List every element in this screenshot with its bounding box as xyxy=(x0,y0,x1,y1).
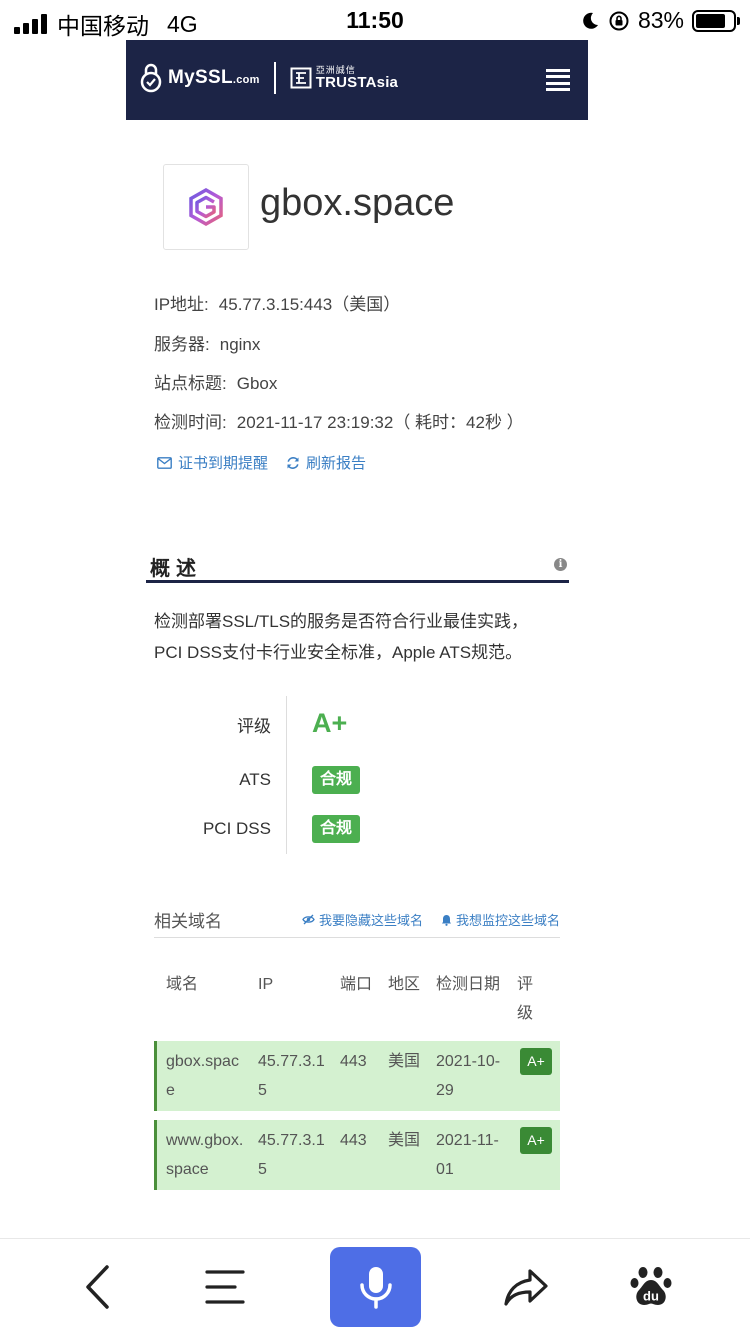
brand-name: MySSL.com xyxy=(168,67,260,88)
site-header: MySSL.com 亞洲誠信 TRUSTAsia xyxy=(126,40,588,120)
col-region: 地区 xyxy=(388,976,421,993)
logo[interactable]: MySSL.com 亞洲誠信 TRUSTAsia xyxy=(138,62,398,94)
check-time-row: 检测时间: 2021-11-17 23:19:32（ 耗时：42秒 ） xyxy=(154,408,524,433)
row-ip: 45.77.3.1 5 xyxy=(258,1053,325,1099)
menu-lines-icon xyxy=(205,1270,245,1304)
server-label: 服务器: xyxy=(154,335,210,354)
hamburger-menu-icon[interactable] xyxy=(546,69,570,91)
col-grade: 评级 xyxy=(517,976,534,1022)
ip-value: 45.77.3.15:443（美国） xyxy=(218,295,401,314)
monitor-domains-link[interactable]: 我想监控这些域名 xyxy=(441,910,560,929)
partner-name: 亞洲誠信 TRUSTAsia xyxy=(315,65,399,91)
site-title-label: 站点标题: xyxy=(154,374,227,393)
table-row[interactable]: www.gbox. space 45.77.3.1 5 443 美国 2021-11… xyxy=(154,1120,560,1190)
baidu-button[interactable]: du xyxy=(624,1239,678,1334)
rotation-lock-icon xyxy=(609,11,629,30)
row-domain[interactable]: gbox.spac e xyxy=(166,1047,239,1105)
pci-status-badge: 合规 xyxy=(312,815,361,843)
row-ip: 45.77.3.1 5 xyxy=(258,1132,325,1178)
share-icon xyxy=(504,1269,548,1306)
server-value: nginx xyxy=(219,335,261,354)
moon-icon xyxy=(583,12,598,29)
overall-grade: A+ xyxy=(312,708,348,738)
browser-toolbar: du xyxy=(0,1238,750,1334)
row-region: 美国 xyxy=(388,1132,421,1149)
share-button[interactable] xyxy=(498,1239,554,1334)
eye-slash-icon xyxy=(302,914,315,925)
menu-button[interactable] xyxy=(200,1239,250,1334)
row-grade-badge: A+ xyxy=(520,1127,552,1154)
refresh-report-link[interactable]: 刷新报告 xyxy=(286,452,366,473)
battery-icon xyxy=(692,9,740,32)
voice-search-button[interactable] xyxy=(330,1247,421,1327)
bell-icon xyxy=(441,914,451,926)
row-domain[interactable]: www.gbox. space xyxy=(166,1126,243,1184)
pci-dss-label: PCI DSS xyxy=(202,819,271,838)
related-domains-header: 相关域名 我要隐藏这些域名 我想监控这些域名 xyxy=(154,905,560,938)
svg-text:du: du xyxy=(643,1289,659,1304)
ip-row: IP地址: 45.77.3.15:443（美国） xyxy=(154,290,400,315)
related-domains-title: 相关域名 xyxy=(154,912,222,931)
ip-label: IP地址: xyxy=(154,295,209,314)
row-port: 443 xyxy=(340,1132,367,1149)
row-port: 443 xyxy=(340,1053,367,1070)
row-region: 美国 xyxy=(388,1053,421,1070)
site-favicon xyxy=(163,164,249,250)
grade-divider xyxy=(286,696,287,854)
gbox-logo-icon xyxy=(189,187,223,227)
status-right: 83% xyxy=(580,7,740,34)
col-port: 端口 xyxy=(340,976,373,993)
hide-domains-link[interactable]: 我要隐藏这些域名 xyxy=(302,910,423,929)
site-title-row: 站点标题: Gbox xyxy=(154,369,277,394)
back-icon xyxy=(86,1265,109,1309)
trustasia-icon xyxy=(290,67,312,89)
check-time-label: 检测时间: xyxy=(154,413,227,432)
row-date: 2021-11- 01 xyxy=(436,1132,499,1178)
ats-status-badge: 合规 xyxy=(312,766,361,794)
grade-label: 评级 xyxy=(237,717,271,736)
logo-divider xyxy=(273,62,276,94)
mail-icon xyxy=(157,456,172,469)
status-bar: 中国移动 4G 11:50 83% xyxy=(0,0,750,40)
cert-expiry-reminder-link[interactable]: 证书到期提醒 xyxy=(157,452,268,473)
domain-title: gbox.space xyxy=(260,182,455,224)
col-date: 检测日期 xyxy=(436,976,501,993)
row-grade-badge: A+ xyxy=(520,1048,552,1075)
overview-header: 概述 i xyxy=(146,549,569,583)
back-button[interactable] xyxy=(70,1239,126,1334)
overview-description: 检测部署SSL/TLS的服务是否符合行业最佳实践， PCI DSS支付卡行业安全… xyxy=(154,612,529,662)
report-actions: 证书到期提醒 刷新报告 xyxy=(157,452,384,473)
table-row[interactable]: gbox.spac e 45.77.3.1 5 443 美国 2021-10- 29 … xyxy=(154,1041,560,1111)
check-time-value: 2021-11-17 23:19:32（ 耗时：42秒 ） xyxy=(236,413,524,432)
overview-title: 概述 xyxy=(150,558,202,580)
server-row: 服务器: nginx xyxy=(154,330,260,355)
battery-percent: 83% xyxy=(637,7,684,33)
grade-summary: 评级 A+ ATS 合规 PCI DSS 合规 xyxy=(154,696,564,854)
microphone-icon xyxy=(359,1267,392,1309)
site-title-value: Gbox xyxy=(236,374,278,393)
info-icon[interactable]: i xyxy=(554,558,567,571)
myssl-lock-icon xyxy=(140,63,162,93)
row-date: 2021-10- 29 xyxy=(436,1053,501,1099)
col-ip: IP xyxy=(258,976,274,993)
refresh-icon xyxy=(287,456,299,469)
related-actions: 我要隐藏这些域名 我想监控这些域名 xyxy=(284,910,560,929)
baidu-paw-icon: du xyxy=(630,1267,672,1305)
ats-label: ATS xyxy=(239,770,271,789)
col-domain: 域名 xyxy=(166,976,199,993)
